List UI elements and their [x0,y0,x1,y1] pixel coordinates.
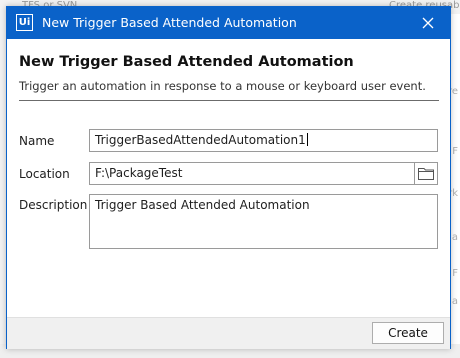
new-automation-dialog: Ui New Trigger Based Attended Automation… [6,6,451,349]
close-button[interactable] [406,7,450,39]
location-label: Location [19,167,70,181]
text-caret [306,133,308,146]
browse-folder-button[interactable] [414,163,437,184]
header-divider [19,100,439,101]
background-fragment: F [452,268,458,279]
name-label: Name [19,134,55,148]
description-label: Description [19,198,88,212]
uipath-logo-icon: Ui [16,14,33,31]
description-field[interactable]: Trigger Based Attended Automation [89,194,438,249]
background-fragment: a [451,296,458,307]
location-field[interactable]: F:\PackageTest [89,162,438,185]
folder-icon [418,168,434,180]
dialog-subheading: Trigger an automation in response to a m… [19,79,426,93]
create-button[interactable]: Create [372,322,444,344]
background-fragment: F [452,146,458,157]
close-icon [422,17,434,29]
dialog-heading: New Trigger Based Attended Automation [19,54,354,70]
name-value: TriggerBasedAttendedAutomation1 [95,133,306,147]
description-value: Trigger Based Attended Automation [95,198,310,212]
background-fragment: a [451,232,458,243]
title-bar: Ui New Trigger Based Attended Automation [7,7,450,39]
location-value: F:\PackageTest [95,166,183,180]
name-field[interactable]: TriggerBasedAttendedAutomation1 [89,129,438,152]
dialog-footer: Create [7,317,450,349]
window-title: New Trigger Based Attended Automation [42,15,297,30]
